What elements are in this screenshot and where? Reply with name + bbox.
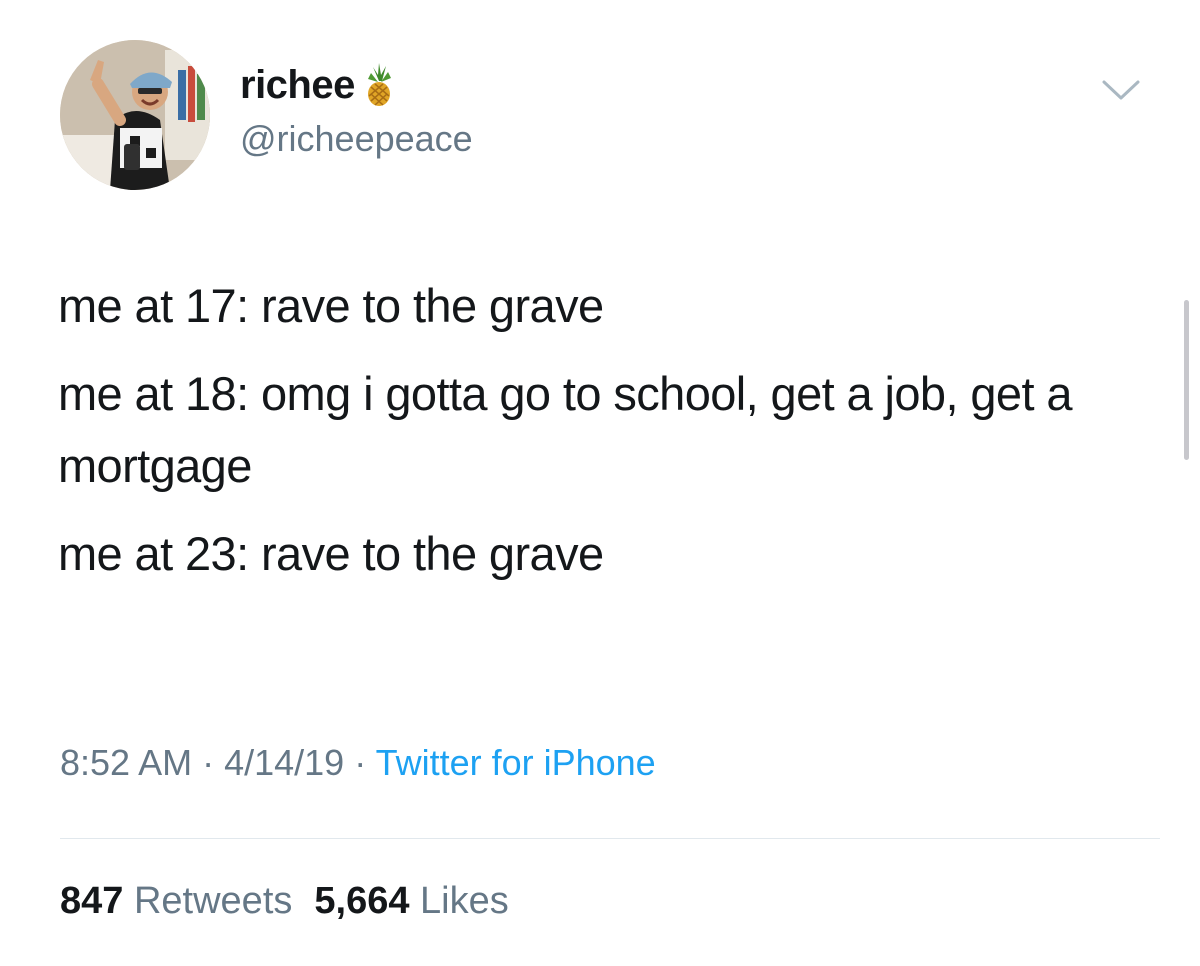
display-name[interactable]: richee xyxy=(240,63,355,108)
likes-stat[interactable]: 5,664 Likes xyxy=(314,880,508,922)
author-name-row[interactable]: richee xyxy=(240,60,399,110)
retweets-stat[interactable]: 847 Retweets xyxy=(60,880,292,922)
tweet-line: me at 17: rave to the grave xyxy=(58,279,604,332)
tweet-time[interactable]: 8:52 AM xyxy=(60,742,192,783)
pineapple-icon xyxy=(359,62,399,112)
divider xyxy=(60,838,1160,839)
tweet-detail: richee @richeepeace me at 17: rave to th… xyxy=(0,0,1200,966)
tweet-line: me at 23: rave to the grave xyxy=(58,527,604,580)
chevron-down-icon[interactable] xyxy=(1098,74,1144,104)
tweet-text: me at 17: rave to the grave me at 18: om… xyxy=(58,270,1168,606)
meta-separator: · xyxy=(192,742,225,783)
tweet-line: me at 18: omg i gotta go to school, get … xyxy=(58,367,1073,492)
likes-count: 5,664 xyxy=(314,880,410,922)
retweets-label: Retweets xyxy=(133,880,293,922)
avatar-photo xyxy=(60,40,210,190)
meta-separator: · xyxy=(344,742,376,783)
tweet-date[interactable]: 4/14/19 xyxy=(224,742,344,783)
likes-label: Likes xyxy=(420,880,509,922)
retweets-count: 847 xyxy=(60,880,124,922)
tweet-meta: 8:52 AM · 4/14/19 · Twitter for iPhone xyxy=(60,742,656,784)
author-handle[interactable]: @richeepeace xyxy=(240,118,473,160)
avatar[interactable] xyxy=(60,40,210,190)
tweet-stats: 847 Retweets 5,664 Likes xyxy=(60,880,509,923)
scrollbar[interactable] xyxy=(1184,300,1189,460)
tweet-source-link[interactable]: Twitter for iPhone xyxy=(376,742,656,783)
